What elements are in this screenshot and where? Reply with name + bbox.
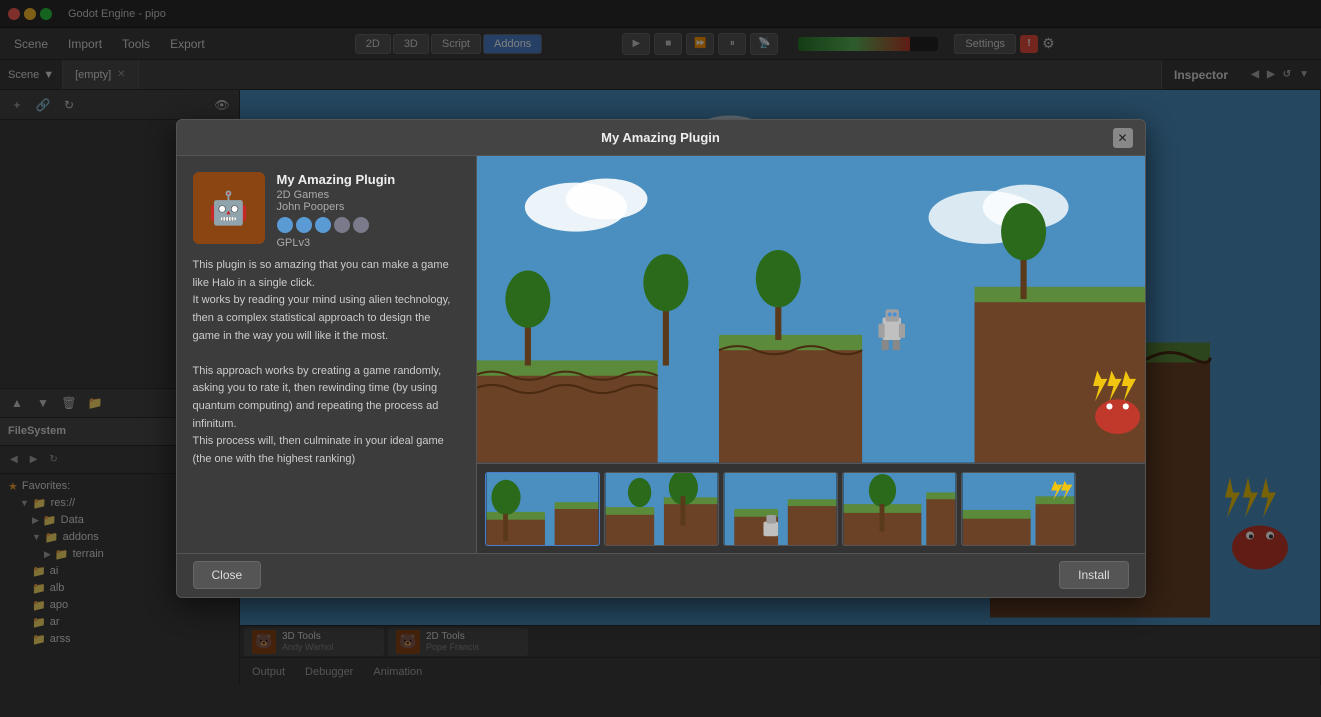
modal-right-panel xyxy=(477,156,1145,553)
thumbnail-2[interactable] xyxy=(604,472,719,546)
star-4 xyxy=(334,217,350,233)
thumbnail-4[interactable] xyxy=(842,472,957,546)
plugin-modal: My Amazing Plugin ✕ 🤖 My Amazing Plugin … xyxy=(176,119,1146,598)
modal-overlay: My Amazing Plugin ✕ 🤖 My Amazing Plugin … xyxy=(0,0,1321,717)
star-1 xyxy=(277,217,293,233)
plugin-description: This plugin is so amazing that you can m… xyxy=(193,257,460,468)
star-3 xyxy=(315,217,331,233)
thumbnail-5[interactable] xyxy=(961,472,1076,546)
modal-left-panel: 🤖 My Amazing Plugin 2D Games John Pooper… xyxy=(177,156,477,553)
modal-title-bar: My Amazing Plugin ✕ xyxy=(177,120,1145,156)
thumbnail-3[interactable] xyxy=(723,472,838,546)
star-5 xyxy=(353,217,369,233)
plugin-title: My Amazing Plugin xyxy=(277,172,460,187)
main-screenshot xyxy=(477,156,1145,463)
plugin-meta: My Amazing Plugin 2D Games John Poopers … xyxy=(277,172,460,249)
plugin-logo: 🤖 xyxy=(193,172,265,244)
star-2 xyxy=(296,217,312,233)
modal-close-footer-button[interactable]: Close xyxy=(193,561,262,589)
modal-install-button[interactable]: Install xyxy=(1059,561,1128,589)
modal-close-button[interactable]: ✕ xyxy=(1113,128,1133,148)
modal-footer: Close Install xyxy=(177,553,1145,597)
thumbnail-1[interactable] xyxy=(485,472,600,546)
modal-body: 🤖 My Amazing Plugin 2D Games John Pooper… xyxy=(177,156,1145,553)
screenshot-thumbnails xyxy=(477,463,1145,553)
plugin-stars xyxy=(277,217,460,233)
plugin-header: 🤖 My Amazing Plugin 2D Games John Pooper… xyxy=(193,172,460,249)
plugin-author: John Poopers xyxy=(277,201,460,213)
plugin-license: GPLv3 xyxy=(277,237,460,249)
plugin-category: 2D Games xyxy=(277,189,460,201)
modal-title: My Amazing Plugin xyxy=(503,130,818,145)
